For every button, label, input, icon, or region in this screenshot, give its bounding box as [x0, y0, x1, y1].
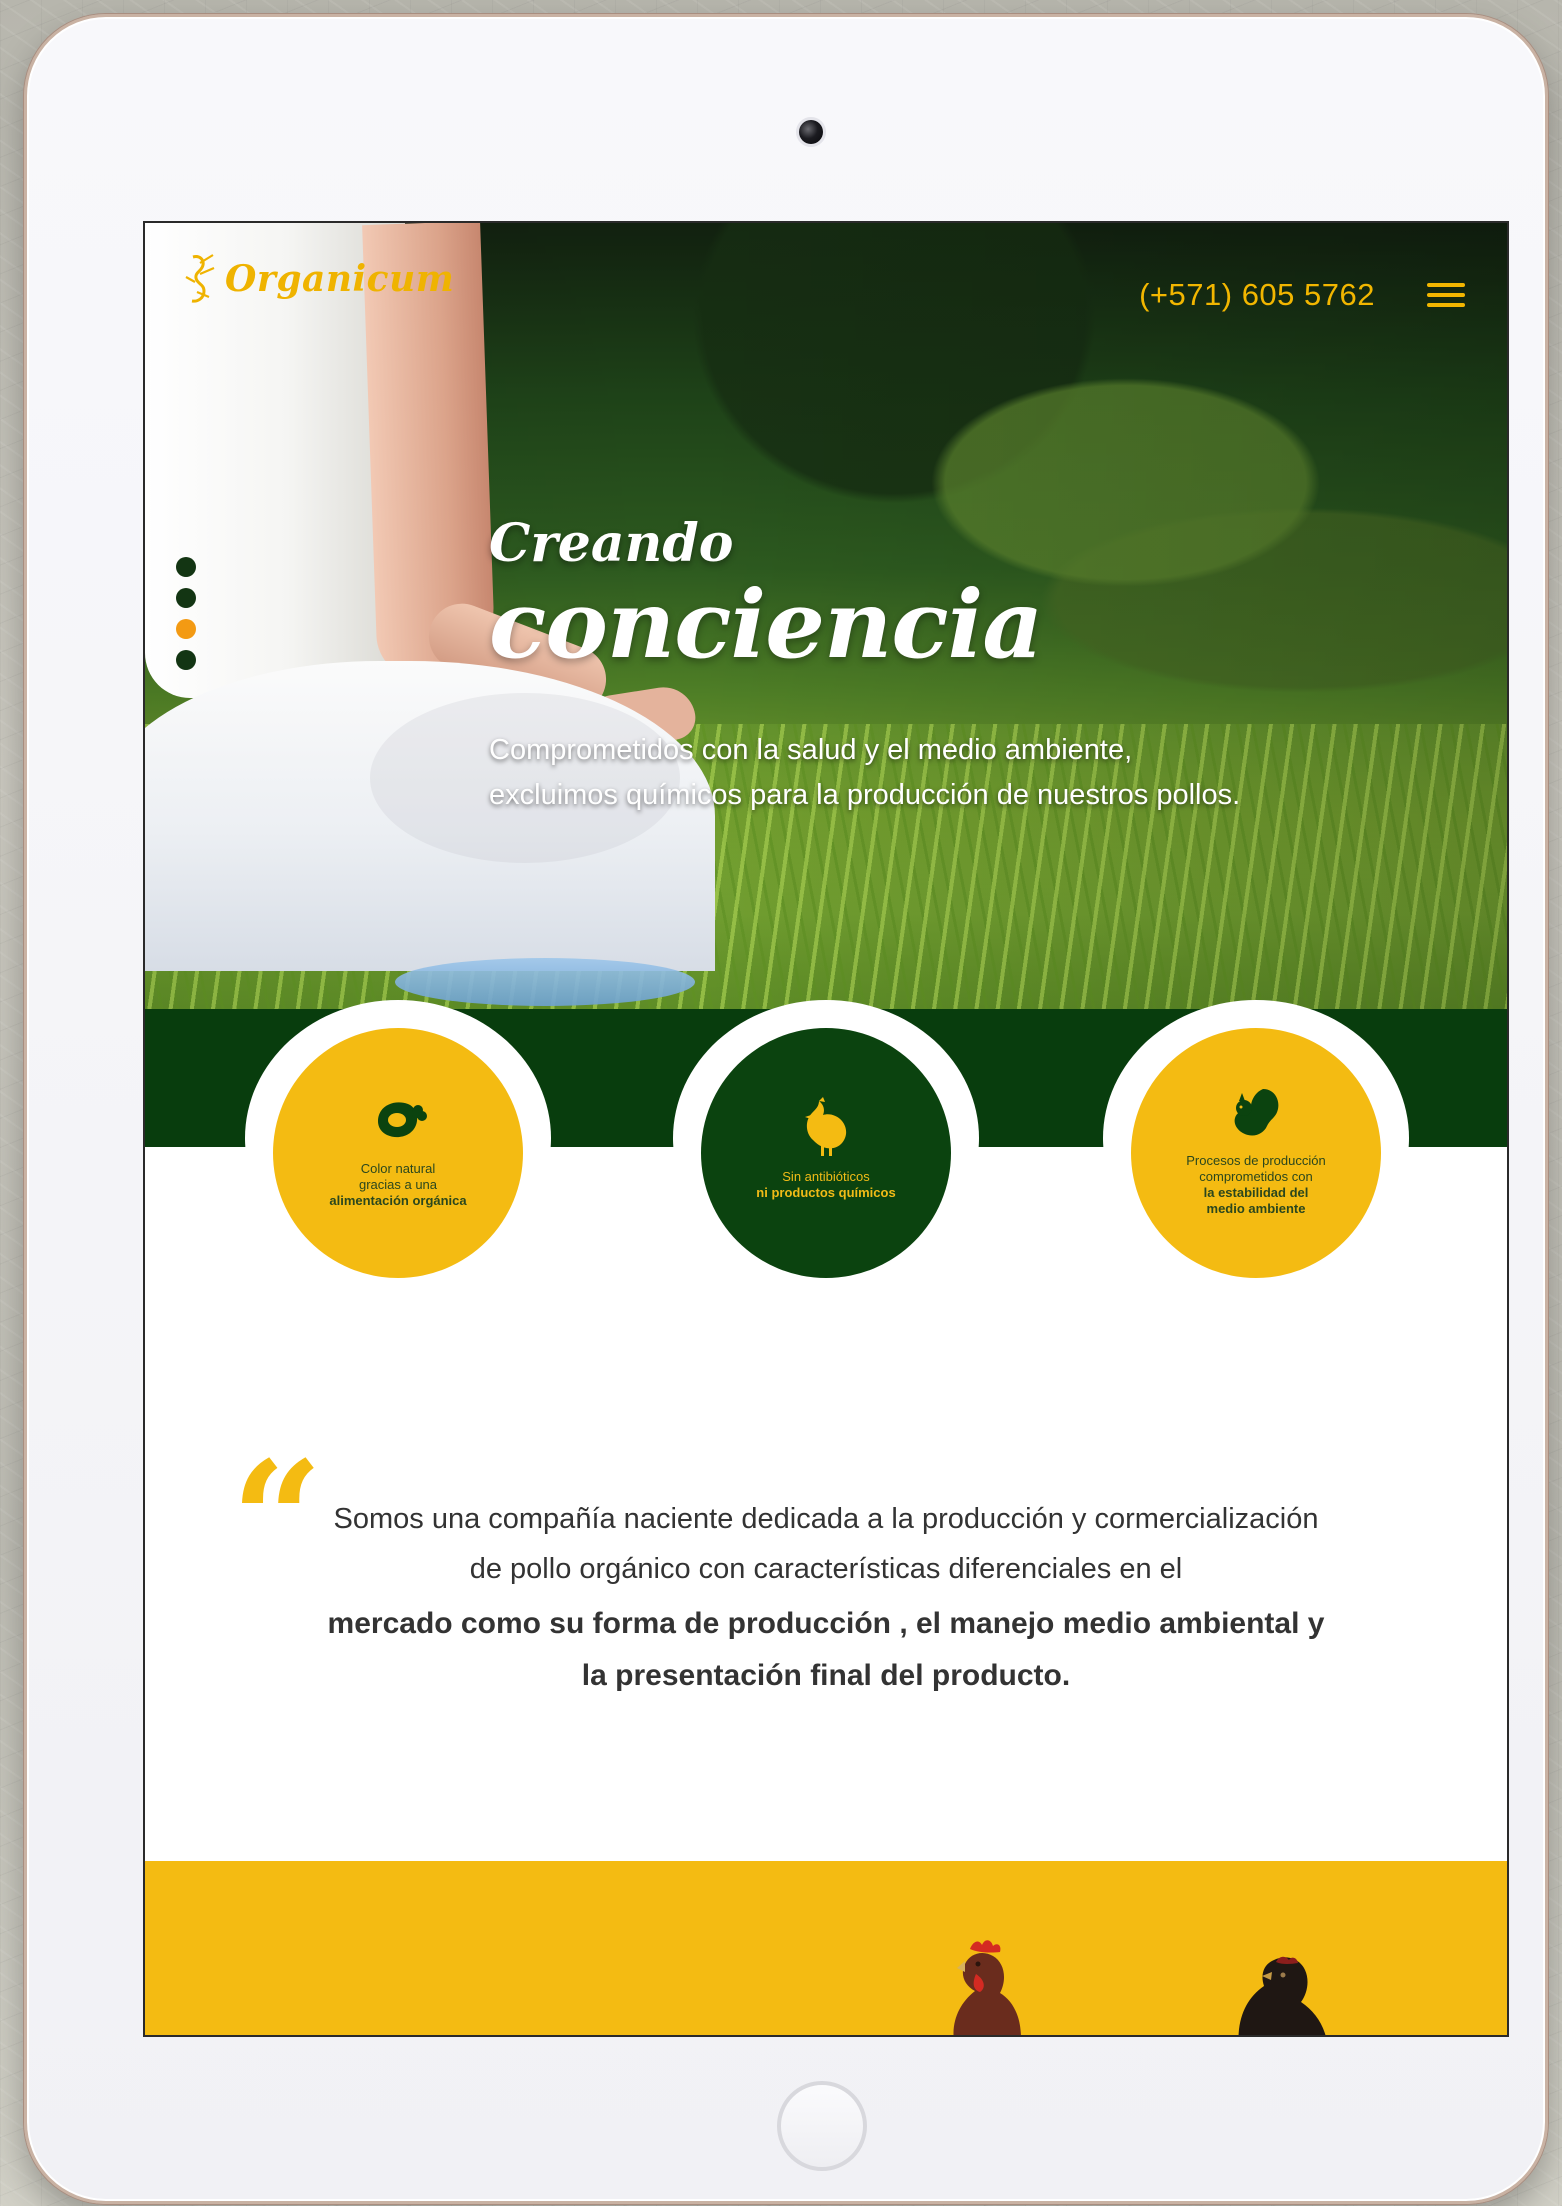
mat-shape [395, 958, 695, 1006]
hero-description: Comprometidos con la salud y el medio am… [489, 728, 1419, 818]
rooster-image [927, 1925, 1037, 2035]
hamburger-menu-icon[interactable] [1427, 283, 1465, 307]
black-hen-image [1229, 1925, 1339, 2035]
features-section: Color natural gracias a una alimentación… [145, 1000, 1507, 1290]
feature-1-line-3: alimentación orgánica [329, 1193, 467, 1208]
intro-line-3: mercado como su forma de producción , el… [327, 1607, 1325, 1640]
chicken-icon [795, 1097, 857, 1159]
feature-circle-environment: Procesos de producción comprometidos con… [1131, 1028, 1381, 1278]
feature-2-line-1: Sin antibióticos [782, 1169, 870, 1184]
hero-text-line-2: excluimos químicos para la producción de… [489, 779, 1241, 811]
intro-line-4: la presentación final del producto. [581, 1659, 1071, 1692]
feature-text-natural-color: Color natural gracias a una alimentación… [311, 1161, 486, 1209]
meat-leg-icon [367, 1089, 429, 1151]
slider-dot-2[interactable] [176, 588, 196, 608]
feature-card-natural-color: Color natural gracias a una alimentación… [245, 1000, 551, 1278]
squirrel-icon [1225, 1081, 1287, 1143]
feature-circle-natural-color: Color natural gracias a una alimentación… [273, 1028, 523, 1278]
tablet-frame: Organicum (+571) 605 5762 Creando concie… [24, 14, 1548, 2204]
feature-1-line-2: gracias a una [358, 1177, 438, 1192]
slider-dot-4[interactable] [176, 650, 196, 670]
feature-3-line-4: medio ambiente [1206, 1201, 1306, 1216]
feature-3-line-3: la estabilidad del [1203, 1185, 1309, 1200]
slider-dot-1[interactable] [176, 557, 196, 577]
camera-icon [799, 120, 823, 144]
hero-section: Organicum (+571) 605 5762 Creando concie… [145, 223, 1507, 1009]
home-button[interactable] [777, 2081, 867, 2171]
phone-number[interactable]: (+571) 605 5762 [1139, 277, 1375, 313]
feature-circle-no-antibiotics: Sin antibióticos ni productos químicos [701, 1028, 951, 1278]
intro-line-1: Somos una compañía naciente dedicada a l… [333, 1503, 1319, 1535]
feature-3-line-2: comprometidos con [1199, 1169, 1313, 1184]
feature-3-line-1: Procesos de producción [1186, 1153, 1326, 1168]
logo-text: Organicum [225, 258, 455, 300]
intro-line-2: de pollo orgánico con características di… [469, 1553, 1183, 1585]
hero-title-small: Creando [489, 513, 734, 574]
feature-card-environment: Procesos de producción comprometidos con… [1103, 1000, 1409, 1278]
intro-section: “ Somos una compañía naciente dedicada a… [145, 1440, 1507, 1692]
hero-copy: Creando conciencia Comprometidos con la … [489, 518, 1419, 818]
slider-dot-3-active[interactable] [176, 619, 196, 639]
feature-card-no-antibiotics: Sin antibióticos ni productos químicos [673, 1000, 979, 1278]
feature-2-line-2: ni productos químicos [756, 1185, 896, 1200]
slider-dots [176, 557, 196, 670]
bottom-band [145, 1861, 1507, 2035]
logo-icon [183, 253, 217, 305]
feature-text-no-antibiotics: Sin antibióticos ni productos químicos [739, 1169, 914, 1201]
hero-title-big: conciencia [489, 570, 1043, 680]
website-screen: Organicum (+571) 605 5762 Creando concie… [145, 223, 1507, 2035]
feature-1-line-1: Color natural [360, 1161, 436, 1176]
site-logo[interactable]: Organicum [183, 253, 454, 305]
feature-text-environment: Procesos de producción comprometidos con… [1169, 1153, 1344, 1217]
hero-text-line-1: Comprometidos con la salud y el medio am… [489, 734, 1133, 766]
